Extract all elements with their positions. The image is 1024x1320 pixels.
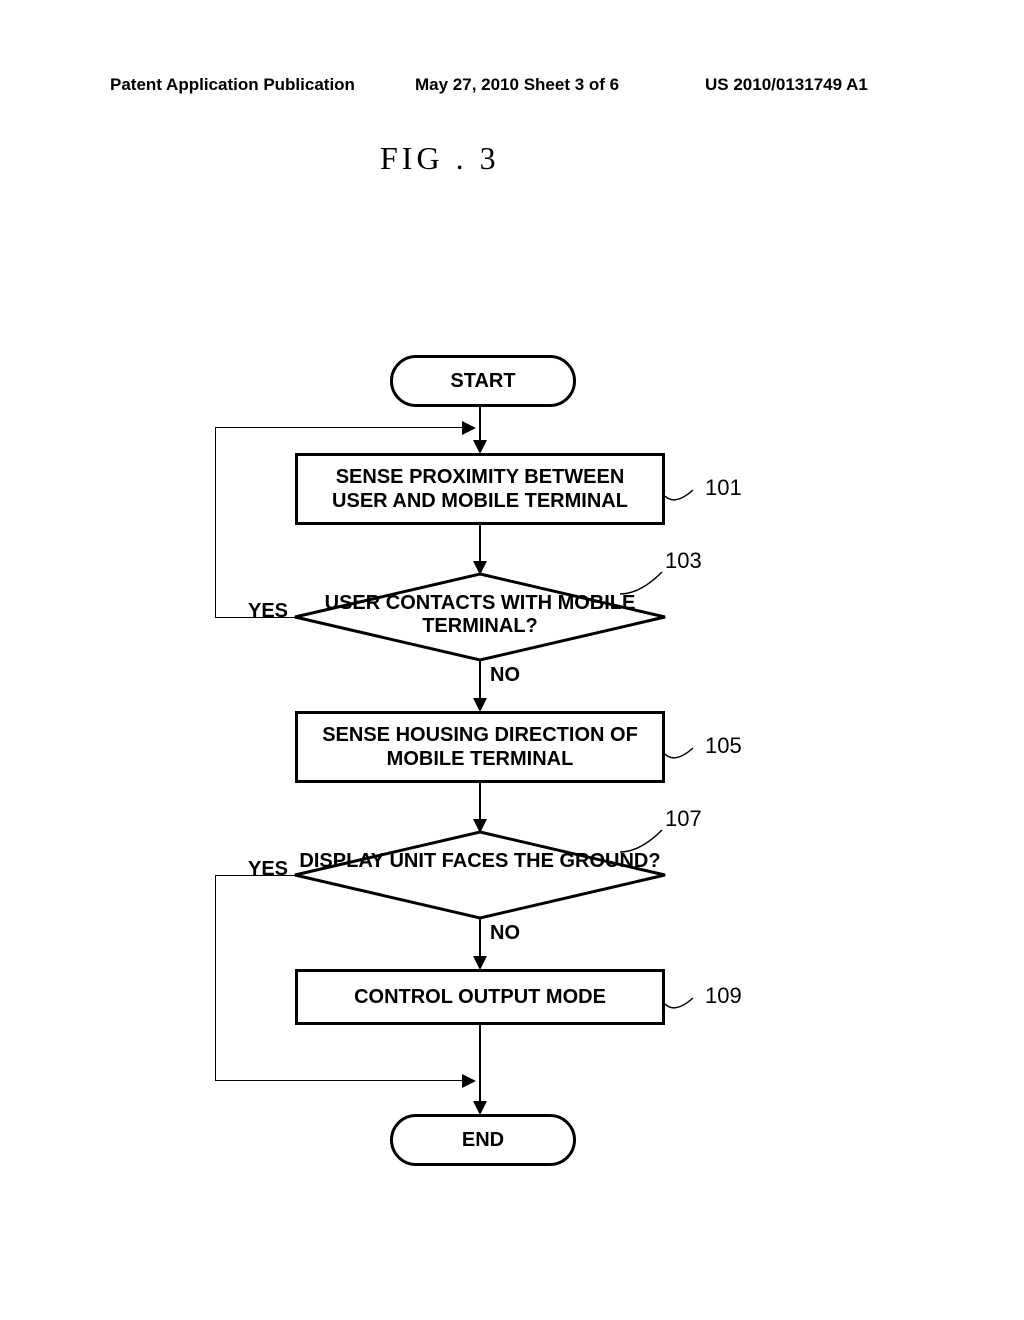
edge-109-end <box>479 1025 481 1105</box>
process-109-text: CONTROL OUTPUT MODE <box>354 985 606 1009</box>
arrowhead-icon <box>462 1074 476 1088</box>
end-label: END <box>462 1129 504 1152</box>
edge-103-yes-h1 <box>215 617 295 618</box>
leader-107 <box>620 828 668 854</box>
process-105: SENSE HOUSING DIRECTION OF MOBILE TERMIN… <box>295 711 665 783</box>
leader-105 <box>665 744 705 764</box>
figure-label: FIG . 3 <box>380 140 500 177</box>
header-left: Patent Application Publication <box>110 75 355 95</box>
ref-109: 109 <box>705 983 742 1009</box>
process-101: SENSE PROXIMITY BETWEEN USER AND MOBILE … <box>295 453 665 525</box>
process-109: CONTROL OUTPUT MODE <box>295 969 665 1025</box>
ref-101: 101 <box>705 475 742 501</box>
edge-107-yes-h2 <box>215 1080 465 1081</box>
arrowhead-icon <box>473 956 487 970</box>
decision-103-text: USER CONTACTS WITH MOBILE TERMINAL? <box>295 592 665 638</box>
header-center: May 27, 2010 Sheet 3 of 6 <box>415 75 619 95</box>
decision-103: USER CONTACTS WITH MOBILE TERMINAL? <box>295 574 665 660</box>
label-no-107: NO <box>490 922 520 945</box>
decision-107: DISPLAY UNIT FACES THE GROUND? <box>295 832 665 918</box>
ref-107: 107 <box>665 806 702 832</box>
edge-107-yes-v <box>215 875 216 1080</box>
label-no-103: NO <box>490 664 520 687</box>
edge-107-yes-h1 <box>215 875 295 876</box>
start-label: START <box>450 370 515 393</box>
edge-103-yes-h2 <box>215 427 465 428</box>
arrowhead-icon <box>473 440 487 454</box>
start-terminal: START <box>390 355 576 407</box>
edge-103-105 <box>479 660 481 702</box>
process-101-text: SENSE PROXIMITY BETWEEN USER AND MOBILE … <box>332 465 628 513</box>
arrowhead-icon <box>473 698 487 712</box>
decision-107-text: DISPLAY UNIT FACES THE GROUND? <box>295 850 665 873</box>
end-terminal: END <box>390 1114 576 1166</box>
ref-103: 103 <box>665 548 702 574</box>
label-yes-107: YES <box>248 858 288 881</box>
process-105-text: SENSE HOUSING DIRECTION OF MOBILE TERMIN… <box>322 723 638 771</box>
edge-103-yes-v <box>215 427 216 617</box>
edge-105-107 <box>479 783 481 823</box>
edge-start-101 <box>479 404 481 444</box>
arrowhead-icon <box>462 421 476 435</box>
page: Patent Application Publication May 27, 2… <box>0 0 1024 1320</box>
edge-107-109 <box>479 918 481 960</box>
leader-103 <box>620 570 668 596</box>
header-right: US 2010/0131749 A1 <box>705 75 868 95</box>
arrowhead-icon <box>473 1101 487 1115</box>
label-yes-103: YES <box>248 600 288 623</box>
ref-105: 105 <box>705 733 742 759</box>
leader-101 <box>665 486 705 506</box>
leader-109 <box>665 994 705 1014</box>
edge-101-103 <box>479 525 481 565</box>
